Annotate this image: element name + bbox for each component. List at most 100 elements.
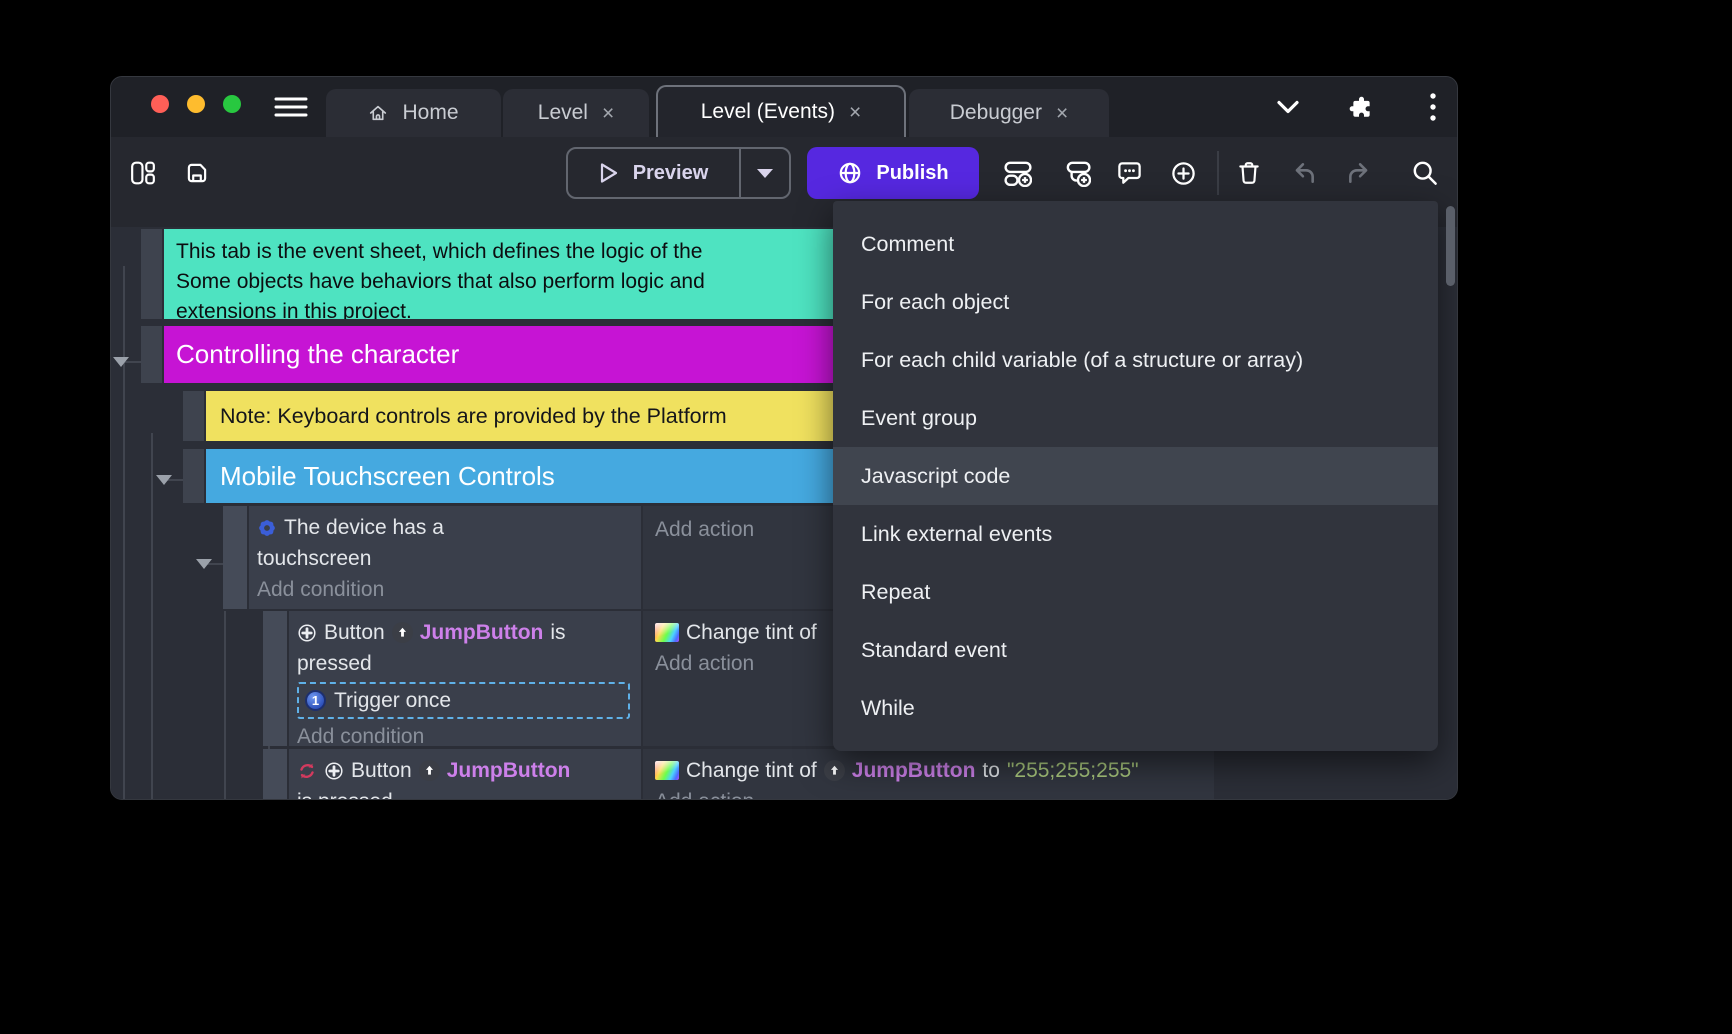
save-button[interactable] (176, 152, 218, 194)
collapse-tabs-button[interactable] (1272, 91, 1304, 123)
add-comment-button[interactable] (1108, 152, 1150, 194)
event-condition-cell[interactable]: Button JumpButton is pressed (289, 749, 641, 800)
tab-label: Debugger (950, 101, 1042, 125)
search-button[interactable] (1404, 152, 1446, 194)
event-condition-cell[interactable]: The device has a touchscreen Add conditi… (249, 506, 641, 609)
gamepad-object-icon (297, 623, 317, 643)
add-condition-link[interactable]: Add condition (257, 574, 633, 605)
event-condition-cell[interactable]: Button JumpButton is pressed 1 Trigger o… (289, 611, 641, 746)
event-action-cell[interactable]: Change tint of JumpButton to "255;255;25… (643, 749, 1214, 800)
tab-label: Level (538, 101, 588, 125)
gamepad-object-icon (324, 761, 344, 781)
note-text: Note: Keyboard controls are provided by … (220, 404, 727, 428)
condition-text: pressed (297, 648, 633, 679)
tab-home[interactable]: Home (326, 89, 501, 137)
group-title: Mobile Touchscreen Controls (220, 461, 555, 491)
undo-button[interactable] (1283, 152, 1325, 194)
group-title: Controlling the character (176, 339, 459, 369)
comment-margin[interactable] (141, 229, 162, 319)
event-margin[interactable] (263, 749, 287, 800)
menu-item-standard-event[interactable]: Standard event (833, 621, 1438, 679)
desktop: Home Level × Level (Events) × Debugger × (0, 0, 1732, 1034)
group-margin[interactable] (183, 449, 204, 503)
trigger-once-icon: 1 (305, 690, 326, 711)
add-subevent-icon (1063, 159, 1091, 187)
tab-label: Level (Events) (701, 100, 835, 124)
object-name: JumpButton (447, 755, 571, 786)
action-text: Change tint of (686, 617, 817, 648)
note-margin[interactable] (183, 391, 204, 441)
hamburger-icon (274, 93, 308, 121)
collapse-arrow-icon[interactable] (196, 559, 212, 569)
publish-button[interactable]: Publish (807, 147, 979, 199)
trash-icon (1236, 160, 1262, 186)
condition-text: is (550, 617, 565, 648)
toggle-panels-button[interactable] (122, 152, 164, 194)
condition-text: touchscreen (257, 543, 633, 574)
add-subevent-button[interactable] (1056, 152, 1098, 194)
add-condition-link[interactable]: Add condition (297, 721, 633, 746)
tree-guide-line (224, 611, 226, 799)
main-menu-button[interactable] (274, 92, 308, 122)
tab-close-icon[interactable]: × (1056, 103, 1068, 124)
menu-item-while[interactable]: While (833, 679, 1438, 737)
collapse-arrow-icon[interactable] (156, 475, 172, 485)
globe-icon (837, 160, 863, 186)
add-event-context-menu: Comment For each object For each child v… (833, 201, 1438, 751)
menu-item-for-each-object[interactable]: For each object (833, 273, 1438, 331)
preview-button[interactable]: Preview (568, 149, 739, 197)
invert-condition-icon (297, 761, 317, 781)
menu-item-comment[interactable]: Comment (833, 215, 1438, 273)
tab-debugger[interactable]: Debugger × (909, 89, 1109, 137)
tree-guide-line (151, 433, 153, 799)
tint-effect-icon (655, 623, 679, 642)
overflow-menu-button[interactable] (1417, 91, 1449, 123)
chevron-down-icon (1276, 100, 1300, 114)
add-event-icon (1004, 159, 1032, 187)
preview-label: Preview (633, 162, 709, 185)
menu-item-repeat[interactable]: Repeat (833, 563, 1438, 621)
caret-down-icon (756, 168, 774, 179)
add-event-button[interactable] (997, 152, 1039, 194)
menu-item-link-external-events[interactable]: Link external events (833, 505, 1438, 563)
undo-icon (1291, 160, 1317, 186)
touch-plugin-icon (257, 518, 277, 538)
minimize-window-button[interactable] (187, 95, 205, 113)
plus-circle-icon (1170, 160, 1197, 187)
condition-text: Trigger once (334, 685, 451, 716)
event-margin[interactable] (263, 611, 287, 746)
title-bar: Home Level × Level (Events) × Debugger × (111, 77, 1457, 137)
condition-text: Button (324, 617, 385, 648)
delete-button[interactable] (1228, 152, 1270, 194)
maximize-window-button[interactable] (223, 95, 241, 113)
construct-window: Home Level × Level (Events) × Debugger × (110, 76, 1458, 800)
action-text: to (982, 755, 1000, 786)
vertical-scrollbar-thumb[interactable] (1446, 206, 1455, 286)
event-margin[interactable] (223, 506, 247, 609)
redo-icon (1346, 160, 1372, 186)
object-name: JumpButton (420, 617, 544, 648)
condition-text: The device has a (284, 512, 444, 543)
tab-close-icon[interactable]: × (602, 103, 614, 124)
menu-item-event-group[interactable]: Event group (833, 389, 1438, 447)
redo-button[interactable] (1338, 152, 1380, 194)
close-window-button[interactable] (151, 95, 169, 113)
menu-item-for-each-child-variable[interactable]: For each child variable (of a structure … (833, 331, 1438, 389)
preview-dropdown-button[interactable] (739, 149, 789, 197)
add-action-link[interactable]: Add action (655, 786, 1204, 800)
jumpbutton-sprite-icon (824, 760, 845, 781)
save-icon (184, 160, 210, 186)
action-value: "255;255;255" (1007, 755, 1139, 786)
add-object-button[interactable] (1162, 152, 1204, 194)
group-margin[interactable] (141, 326, 162, 383)
tab-level-events[interactable]: Level (Events) × (656, 85, 906, 137)
addons-button[interactable] (1345, 91, 1377, 123)
tab-level[interactable]: Level × (503, 89, 649, 137)
jumpbutton-sprite-icon (419, 760, 440, 781)
selected-condition-trigger-once[interactable]: 1 Trigger once (297, 682, 630, 719)
menu-item-javascript-code[interactable]: Javascript code (833, 447, 1438, 505)
action-text: Change tint of (686, 755, 817, 786)
tree-guide-line (123, 266, 125, 799)
tab-close-icon[interactable]: × (849, 102, 861, 123)
collapse-arrow-icon[interactable] (113, 357, 129, 367)
